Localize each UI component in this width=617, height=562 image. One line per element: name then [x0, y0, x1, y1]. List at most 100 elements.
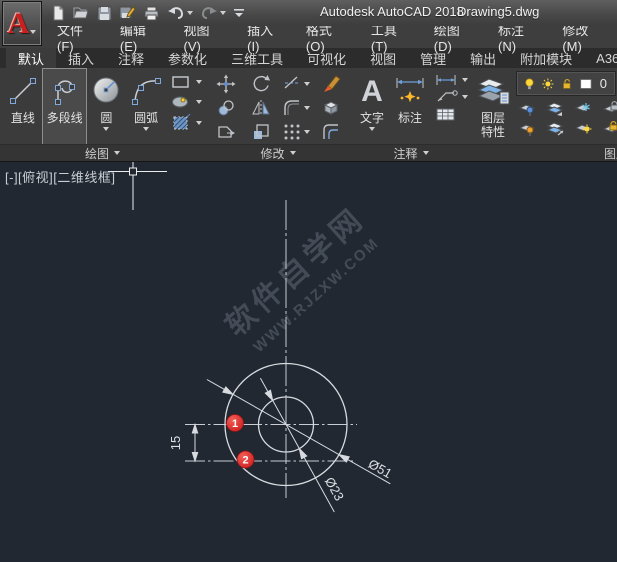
arc-icon [129, 71, 163, 111]
text-button[interactable]: A 文字 [354, 69, 390, 144]
menu-edit[interactable]: 编辑(E) [109, 26, 173, 48]
open-file-button[interactable] [73, 5, 90, 21]
tab-visualize[interactable]: 可视化 [295, 48, 358, 68]
layer-thaw-button[interactable] [574, 120, 592, 136]
layer-lock-button[interactable] [602, 100, 617, 116]
layer-unisolate-button[interactable] [518, 120, 536, 136]
app-menu-button[interactable]: A [2, 1, 42, 46]
panel-draw: 直线 多段线 [0, 68, 205, 161]
tab-manage[interactable]: 管理 [408, 48, 458, 68]
fillet-icon [282, 98, 302, 118]
menu-draw[interactable]: 绘图(D) [423, 26, 487, 48]
rectangle-dropdown-icon [196, 80, 202, 84]
model-space-canvas[interactable]: [-][俯视][二维线框] 软件自学网 WWW.RJZXW.COM [0, 162, 617, 562]
dimension-label: 标注 [398, 111, 422, 125]
layer-state-control[interactable]: 0 [516, 71, 616, 96]
rotate-button[interactable] [251, 74, 271, 94]
linear-dim-dropdown-icon [462, 78, 468, 82]
layer-tools-row-2 [516, 116, 617, 136]
trim-dropdown-icon [304, 82, 310, 86]
modify-panel-footer[interactable]: 修改 [205, 144, 351, 161]
leader-dropdown-icon [462, 95, 468, 99]
open-folder-icon [73, 5, 90, 21]
save-icon [97, 6, 112, 21]
tab-a360[interactable]: A360 [584, 48, 617, 68]
plot-button[interactable] [143, 5, 160, 21]
tab-3d-tools[interactable]: 三维工具 [219, 48, 295, 68]
offset-button[interactable] [321, 122, 341, 142]
customize-qat-button[interactable] [233, 6, 245, 20]
menu-dimension[interactable]: 标注(N) [487, 26, 551, 48]
copy-button[interactable] [216, 98, 236, 118]
tab-annotate[interactable]: 注释 [106, 48, 156, 68]
viewport-controls[interactable]: [-][俯视][二维线框] [5, 167, 116, 186]
layer-color-swatch [580, 77, 592, 91]
menu-bar: 文件(F) 编辑(E) 视图(V) 插入(I) 格式(O) 工具(T) 绘图(D… [0, 26, 617, 48]
undo-button[interactable] [167, 5, 193, 21]
annotation-panel-footer[interactable]: 注释 [351, 144, 471, 161]
move-button[interactable] [216, 74, 236, 94]
centerlines [185, 200, 357, 498]
array-button[interactable] [282, 122, 310, 142]
text-label: 文字 [360, 111, 384, 125]
tab-output[interactable]: 输出 [458, 48, 508, 68]
trim-button[interactable] [282, 74, 310, 94]
layer-freeze-button[interactable] [574, 100, 592, 116]
explode-button[interactable] [321, 98, 341, 118]
menu-file[interactable]: 文件(F) [46, 26, 109, 48]
hatch-dropdown-icon [196, 121, 202, 125]
polyline-button[interactable]: 多段线 [43, 69, 87, 144]
menu-insert[interactable]: 插入(I) [236, 26, 295, 48]
save-as-button[interactable] [119, 5, 136, 21]
erase-button[interactable] [321, 74, 341, 94]
rectangle-button[interactable] [171, 74, 202, 90]
tab-view[interactable]: 视图 [358, 48, 408, 68]
arc-button[interactable]: 圆弧 [126, 69, 166, 144]
tab-insert[interactable]: 插入 [56, 48, 106, 68]
svg-text:A: A [361, 75, 383, 108]
redo-button[interactable] [200, 5, 226, 21]
draw-panel-footer[interactable]: 绘图 [0, 144, 205, 161]
table-button[interactable] [435, 107, 468, 122]
layer-make-current-button[interactable] [546, 100, 564, 116]
draw-panel-expand-icon [114, 151, 120, 155]
ribbon-tab-bar: 默认 插入 注释 参数化 三维工具 可视化 视图 管理 输出 附加模块 A360… [0, 48, 617, 68]
menu-tools[interactable]: 工具(T) [360, 26, 423, 48]
document-title: Drawing5.dwg [457, 4, 539, 19]
layer-properties-button[interactable]: 图层 特性 [474, 69, 512, 144]
menu-modify[interactable]: 修改(M) [551, 26, 617, 48]
mirror-icon [251, 98, 271, 118]
copy-icon [216, 98, 236, 118]
fillet-button[interactable] [282, 98, 310, 118]
circle-button[interactable]: 圆 [86, 69, 126, 144]
menu-format[interactable]: 格式(O) [295, 26, 360, 48]
circle-label: 圆 [100, 111, 112, 125]
current-layer-name: 0 [600, 76, 607, 91]
ribbon: 直线 多段线 [0, 68, 617, 162]
line-button[interactable]: 直线 [3, 69, 43, 144]
tab-home[interactable]: 默认 [6, 48, 56, 68]
layers-panel-footer[interactable]: 图层 [471, 144, 617, 161]
arc-dropdown-icon [143, 127, 149, 131]
new-file-button[interactable] [50, 5, 66, 21]
tab-add-ins[interactable]: 附加模块 [508, 48, 584, 68]
redo-dropdown-icon [220, 11, 226, 15]
dimension-button[interactable]: 标注 [390, 69, 430, 144]
table-icon [435, 107, 457, 122]
layer-unlock-tool-button[interactable] [602, 120, 617, 136]
scale-button[interactable] [251, 122, 271, 142]
menu-view[interactable]: 视图(V) [173, 26, 237, 48]
tab-parametric[interactable]: 参数化 [156, 48, 219, 68]
layer-isolate-button[interactable] [518, 100, 536, 116]
linear-dim-icon [435, 74, 459, 86]
hatch-button[interactable] [171, 114, 202, 132]
trim-icon [282, 74, 302, 94]
stretch-button[interactable] [216, 122, 236, 142]
leader-button[interactable] [435, 90, 468, 103]
title-bar: A [0, 0, 617, 26]
mirror-button[interactable] [251, 98, 271, 118]
layer-previous-button[interactable] [546, 120, 564, 136]
linear-dim-button[interactable] [435, 74, 468, 86]
ellipse-button[interactable] [171, 94, 202, 110]
save-button[interactable] [97, 6, 112, 21]
